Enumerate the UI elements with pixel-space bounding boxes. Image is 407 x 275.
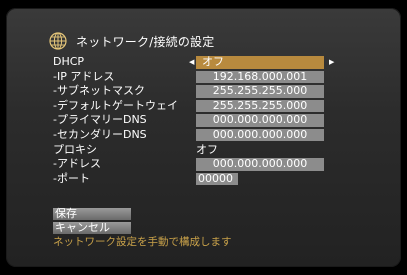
setting-label: -IP アドレス: [53, 69, 115, 83]
setting-row-secondary-dns[interactable]: -セカンダリーDNS 000.000.000.000: [53, 128, 343, 143]
port-field[interactable]: 00000: [196, 172, 238, 186]
default-gateway-field[interactable]: 255.255.255.000: [196, 99, 324, 113]
primary-dns-field[interactable]: 000.000.000.000: [196, 114, 324, 127]
settings-list: DHCP ◀ オフ ▶ -IP アドレス 192.168.000.001 -サブ…: [53, 55, 343, 186]
setting-label: DHCP: [53, 55, 85, 68]
proxy-address-field[interactable]: 000.000.000.000: [196, 158, 324, 171]
save-button[interactable]: 保存: [53, 208, 131, 220]
setting-row-subnet-mask[interactable]: -サブネットマスク 255.255.255.000: [53, 84, 343, 99]
setting-label: -ポート: [53, 171, 90, 185]
setting-row-primary-dns[interactable]: -プライマリーDNS 000.000.000.000: [53, 113, 343, 128]
setting-row-dhcp[interactable]: DHCP ◀ オフ ▶: [53, 55, 343, 70]
subnet-mask-field[interactable]: 255.255.255.000: [196, 85, 324, 98]
setting-row-default-gateway[interactable]: -デフォルトゲートウェイ 255.255.255.000: [53, 99, 343, 114]
ip-address-field[interactable]: 192.168.000.001: [196, 70, 324, 84]
setting-label: -デフォルトゲートウェイ: [53, 98, 178, 112]
cancel-button[interactable]: キャンセル: [53, 222, 131, 234]
setting-label: プロキシ: [53, 142, 97, 156]
dhcp-select[interactable]: オフ: [196, 55, 324, 69]
setting-row-port[interactable]: -ポート 00000: [53, 172, 343, 187]
page-title: ネットワーク/接続の設定: [76, 34, 215, 49]
header: ネットワーク/接続の設定: [48, 30, 214, 52]
setting-label: -プライマリーDNS: [53, 113, 147, 127]
setting-label: -セカンダリーDNS: [53, 127, 147, 141]
help-text: ネットワーク設定を手動で構成します: [53, 236, 232, 248]
setting-row-proxy[interactable]: プロキシ オフ: [53, 143, 343, 158]
arrow-left-icon[interactable]: ◀: [189, 56, 194, 68]
proxy-value[interactable]: オフ: [196, 143, 324, 157]
secondary-dns-field[interactable]: 000.000.000.000: [196, 128, 324, 142]
screen: ネットワーク/接続の設定 DHCP ◀ オフ ▶ -IP アドレス 192.16…: [0, 0, 407, 275]
setting-label: -アドレス: [53, 157, 101, 171]
setting-row-proxy-address[interactable]: -アドレス 000.000.000.000: [53, 157, 343, 172]
setting-row-ip-address[interactable]: -IP アドレス 192.168.000.001: [53, 70, 343, 85]
globe-icon: [49, 32, 67, 50]
arrow-right-icon[interactable]: ▶: [329, 56, 334, 68]
setting-label: -サブネットマスク: [53, 84, 145, 98]
